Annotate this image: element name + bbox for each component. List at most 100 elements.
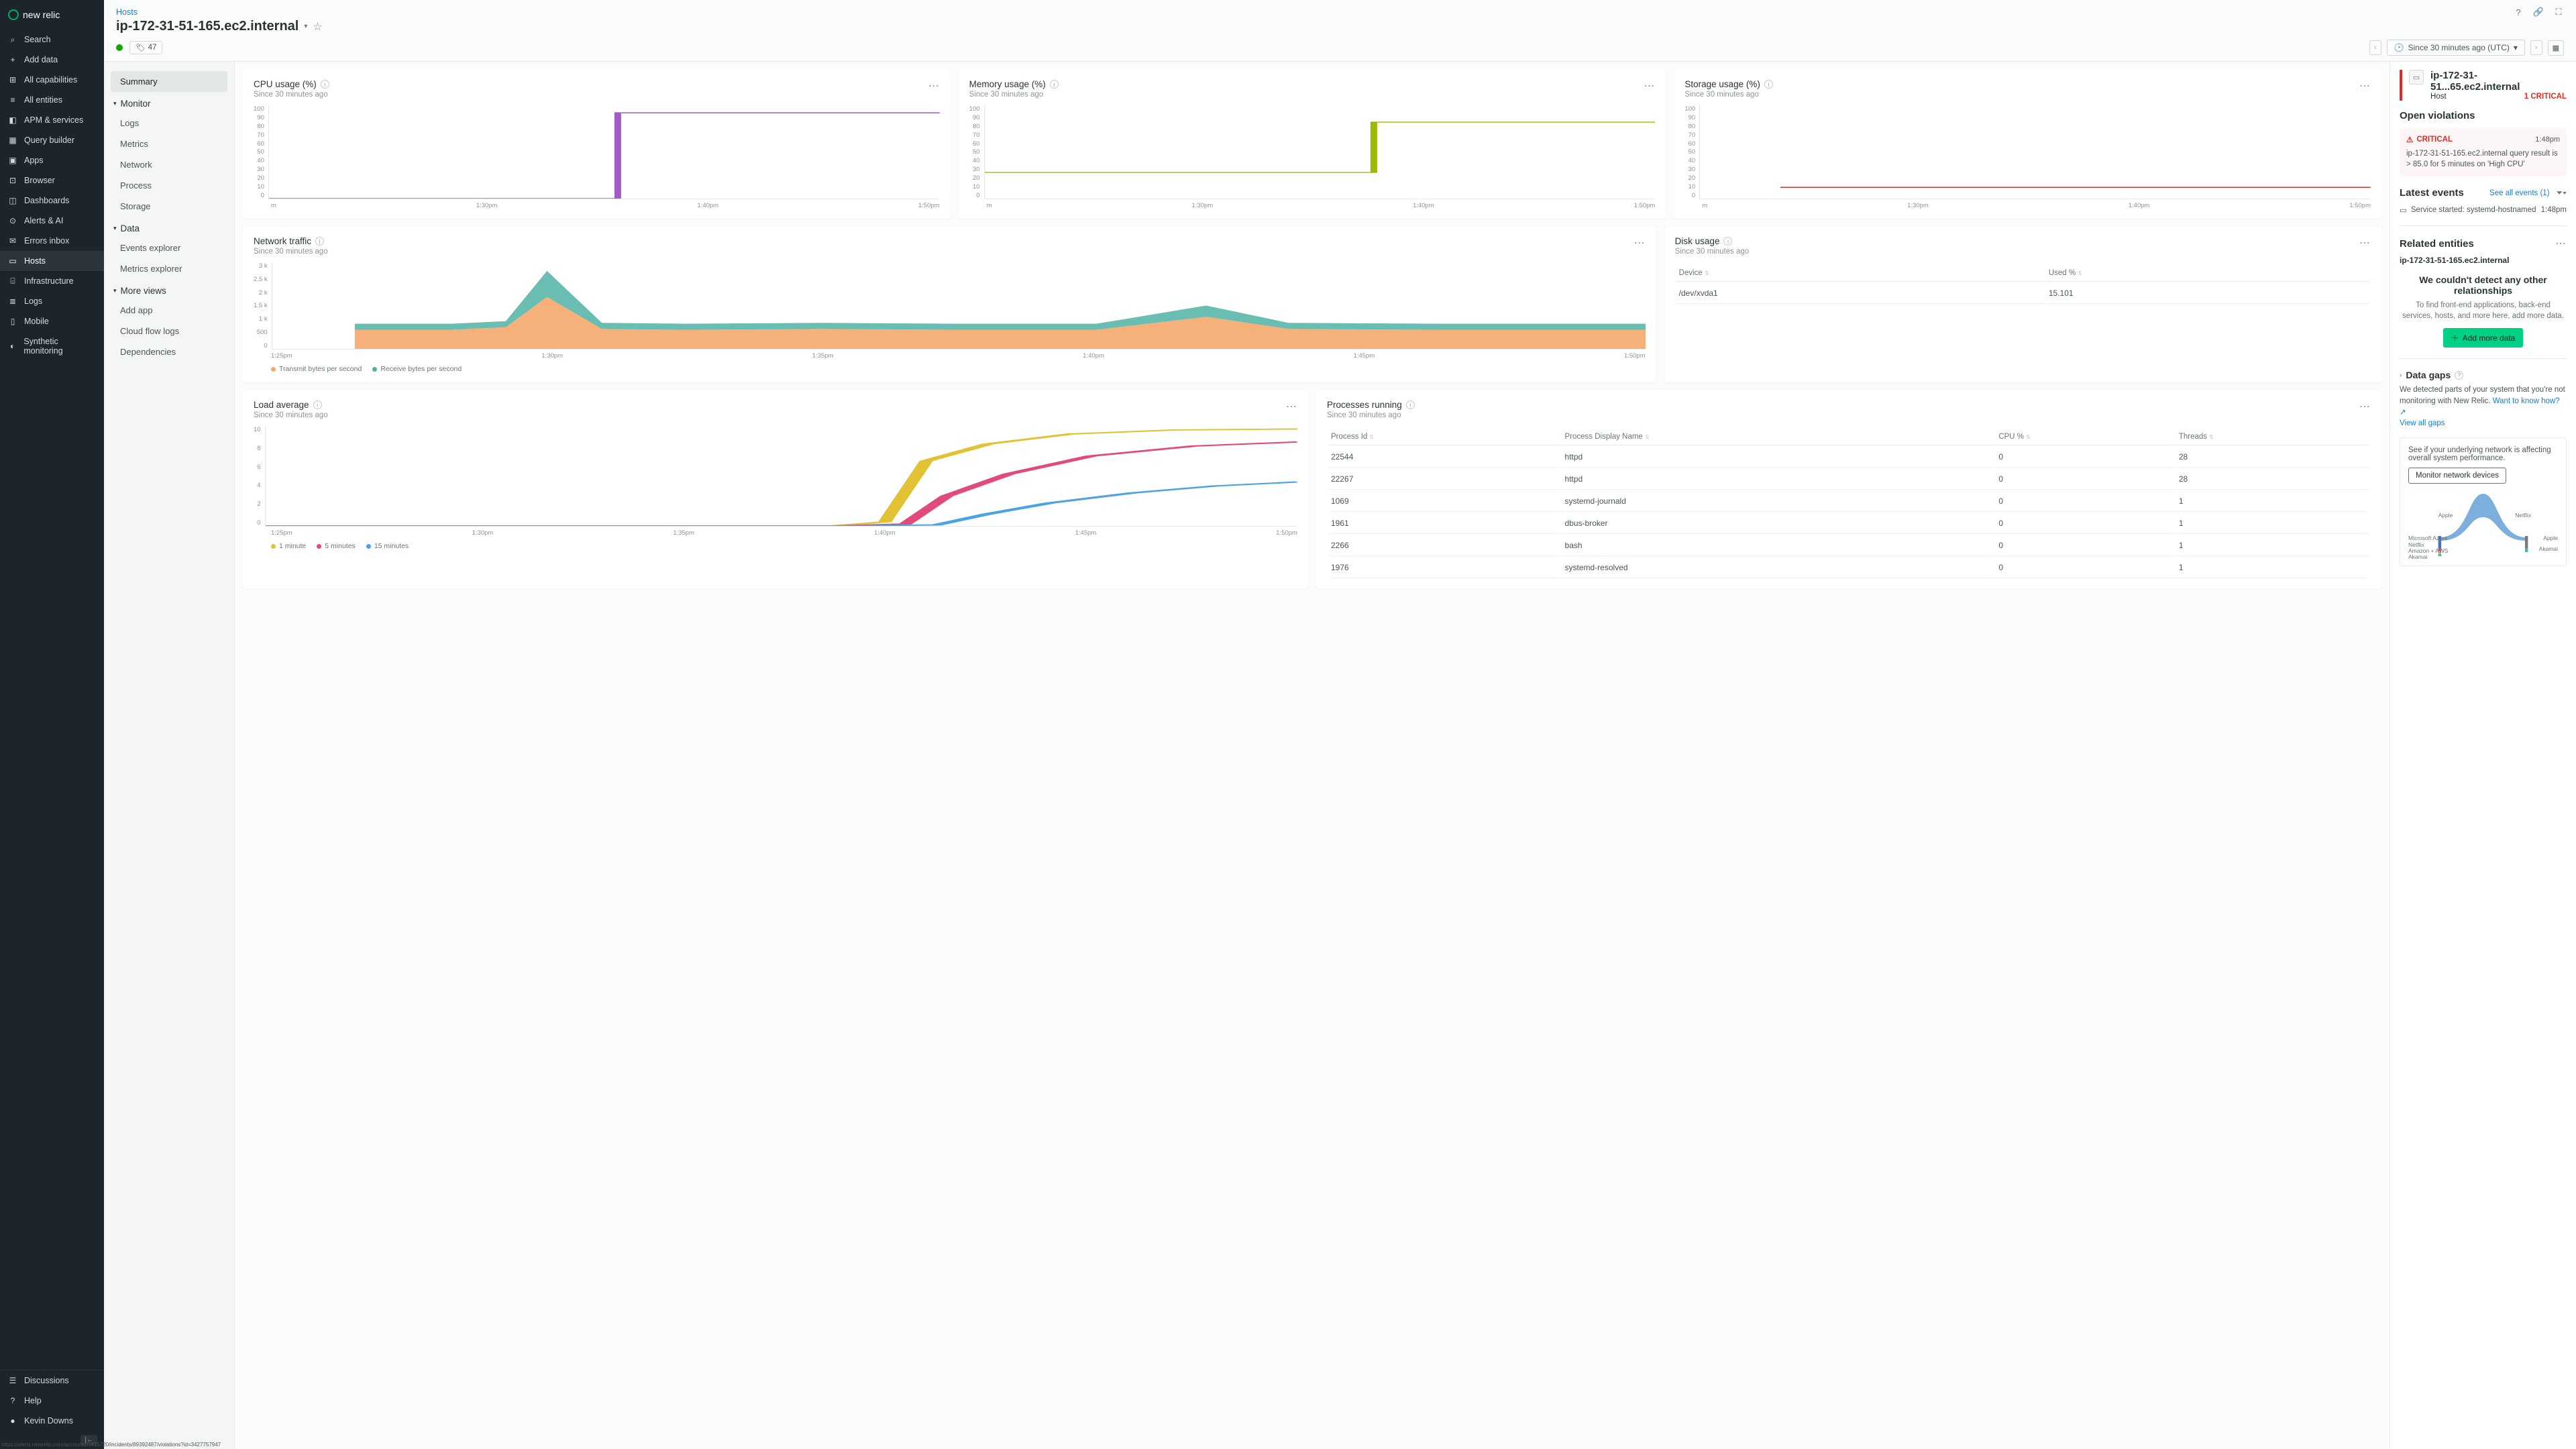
info-icon[interactable]: i (1050, 80, 1059, 89)
time-picker[interactable]: 🕑 Since 30 minutes ago (UTC) ▾ (2387, 40, 2525, 56)
help-icon[interactable]: ? (2513, 7, 2524, 17)
nav-apm-services[interactable]: ◧APM & services (0, 110, 104, 130)
load-chart[interactable] (265, 426, 1297, 527)
nav-logs[interactable]: ≣Logs (0, 291, 104, 311)
nav-synthetic-monitoring[interactable]: ◐Synthetic monitoring (0, 331, 104, 361)
disk-th-used[interactable]: Used %⇅ (2046, 265, 2369, 282)
card-menu-icon[interactable]: ⋯ (1634, 236, 1646, 250)
nav-footer-help[interactable]: ?Help (0, 1391, 104, 1411)
subnav-metrics-explorer[interactable]: Metrics explorer (111, 258, 227, 279)
nav-icon: + (8, 55, 17, 64)
nav-add-data[interactable]: +Add data (0, 50, 104, 70)
right-panel[interactable]: ▭ ip-172-31-51...65.ec2.internal Host 1 … (2390, 62, 2576, 1449)
card-menu-icon[interactable]: ⋯ (2359, 400, 2371, 413)
see-all-events-link[interactable]: See all events (1) (2489, 189, 2550, 197)
nav-apps[interactable]: ▣Apps (0, 150, 104, 170)
card-menu-icon[interactable]: ⋯ (1286, 400, 1297, 413)
viol-message: ip-172-31-51-165.ec2.internal query resu… (2406, 148, 2560, 170)
time-prev-button[interactable]: ‹ (2369, 40, 2381, 55)
gaps-link-all[interactable]: View all gaps (2400, 419, 2445, 427)
info-icon[interactable]: i (313, 400, 322, 409)
related-entity[interactable]: ip-172-31-51-165.ec2.internal (2400, 256, 2567, 265)
expand-icon[interactable]: ⛶ (2553, 7, 2564, 17)
table-row[interactable]: /dev/xvda115.101 (1676, 283, 2369, 304)
disk-th-device[interactable]: Device⇅ (1676, 265, 2045, 282)
load-lg-5: 5 minutes (325, 542, 356, 550)
info-icon[interactable]: i (1723, 237, 1732, 246)
load-sub: Since 30 minutes ago (254, 411, 328, 419)
info-icon[interactable]: i (321, 80, 329, 89)
subnav-cloud-flow-logs[interactable]: Cloud flow logs (111, 321, 227, 341)
tag-icon: 🏷 (136, 43, 146, 52)
dashboard-scroll[interactable]: CPU usage (%)i Since 30 minutes ago ⋯ 10… (235, 62, 2390, 1449)
nav-errors-inbox[interactable]: ✉Errors inbox (0, 231, 104, 251)
card-menu-icon[interactable]: ⋯ (2359, 236, 2371, 250)
subnav-storage[interactable]: Storage (111, 196, 227, 217)
nav-dashboards[interactable]: ◫Dashboards (0, 191, 104, 211)
table-row[interactable]: 22267httpd028 (1328, 469, 2369, 490)
nav-footer-discussions[interactable]: ☰Discussions (0, 1371, 104, 1391)
nav-icon: ◧ (8, 115, 17, 125)
related-menu-icon[interactable]: ⋯ (2555, 237, 2567, 250)
favorite-star-icon[interactable]: ☆ (313, 20, 322, 34)
nav-all-capabilities[interactable]: ⊞All capabilities (0, 70, 104, 90)
info-icon[interactable]: i (1764, 80, 1773, 89)
nav-icon: ⊞ (8, 75, 17, 85)
violation-card[interactable]: ⚠CRITICAL 1:48pm ip-172-31-51-165.ec2.in… (2400, 128, 2567, 176)
event-icon: ▭ (2400, 205, 2407, 215)
subnav-metrics[interactable]: Metrics (111, 133, 227, 154)
subnav-group-monitor[interactable]: ▾Monitor (111, 92, 227, 113)
subnav-dependencies[interactable]: Dependencies (111, 341, 227, 362)
card-menu-icon[interactable]: ⋯ (928, 79, 940, 93)
mem-chart[interactable] (984, 105, 1656, 199)
table-row[interactable]: 2266bash01 (1328, 535, 2369, 556)
related-heading: Related entities (2400, 238, 2474, 250)
add-more-data-button[interactable]: ＋ Add more data (2443, 328, 2524, 347)
nav-search[interactable]: ⌕Search (0, 30, 104, 50)
subnav-summary[interactable]: Summary (111, 71, 227, 92)
nav-alerts-ai[interactable]: ⊙Alerts & AI (0, 211, 104, 231)
subnav-group-data[interactable]: ▾Data (111, 217, 227, 237)
brand-logo[interactable]: new relic (0, 0, 104, 30)
filter-icon[interactable]: ⏷▾ (2557, 188, 2567, 198)
proc-th[interactable]: Process Display Name⇅ (1562, 429, 1995, 445)
card-cpu: CPU usage (%)i Since 30 minutes ago ⋯ 10… (243, 70, 951, 219)
net-chart[interactable] (272, 262, 1646, 350)
breadcrumb[interactable]: Hosts (116, 7, 138, 17)
grid-toggle-button[interactable]: ▦ (2548, 40, 2564, 56)
info-icon[interactable]: ? (2455, 371, 2463, 380)
nav-browser[interactable]: ⊡Browser (0, 170, 104, 191)
nav-footer-kevin-downs[interactable]: ●Kevin Downs (0, 1411, 104, 1431)
info-icon[interactable]: i (315, 237, 324, 246)
tags-chip[interactable]: 🏷 47 (129, 41, 162, 54)
proc-th[interactable]: Process Id⇅ (1328, 429, 1561, 445)
nav-mobile[interactable]: ▯Mobile (0, 311, 104, 331)
table-row[interactable]: 1976systemd-resolved01 (1328, 557, 2369, 578)
chevron-right-icon[interactable]: › (2400, 372, 2402, 379)
table-row[interactable]: 1069systemd-journald01 (1328, 491, 2369, 512)
nav-hosts[interactable]: ▭Hosts (0, 251, 104, 271)
nav-infrastructure[interactable]: ⌸Infrastructure (0, 271, 104, 291)
stor-chart[interactable] (1699, 105, 2371, 199)
nav-query-builder[interactable]: ▦Query builder (0, 130, 104, 150)
card-menu-icon[interactable]: ⋯ (1644, 79, 1655, 93)
card-menu-icon[interactable]: ⋯ (2359, 79, 2371, 93)
table-row[interactable]: 22544httpd028 (1328, 447, 2369, 468)
subnav-group-more-views[interactable]: ▾More views (111, 279, 227, 300)
subnav-add-app[interactable]: Add app (111, 300, 227, 321)
monitor-network-button[interactable]: Monitor network devices (2408, 468, 2506, 484)
proc-th[interactable]: CPU %⇅ (1996, 429, 2175, 445)
time-next-button[interactable]: › (2530, 40, 2542, 55)
nav-all-entities[interactable]: ≡All entities (0, 90, 104, 110)
subnav-logs[interactable]: Logs (111, 113, 227, 133)
subnav-events-explorer[interactable]: Events explorer (111, 237, 227, 258)
info-icon[interactable]: i (1406, 400, 1415, 409)
link-icon[interactable]: 🔗 (2533, 7, 2544, 17)
proc-th[interactable]: Threads⇅ (2176, 429, 2369, 445)
title-dropdown-icon[interactable]: ▾ (304, 23, 307, 30)
subnav-process[interactable]: Process (111, 175, 227, 196)
cpu-chart[interactable] (268, 105, 940, 199)
gaps-heading: Data gaps (2406, 370, 2451, 380)
subnav-network[interactable]: Network (111, 154, 227, 175)
table-row[interactable]: 1961dbus-broker01 (1328, 513, 2369, 534)
